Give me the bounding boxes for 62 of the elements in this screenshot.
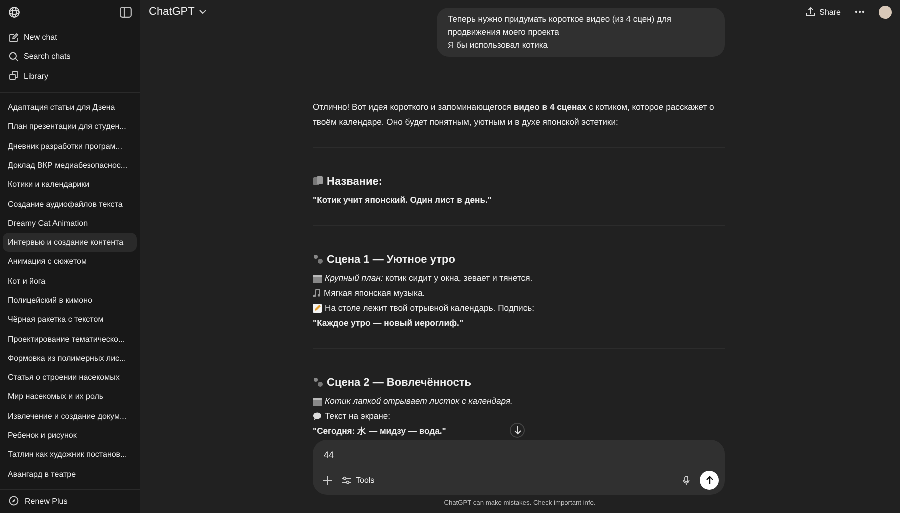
share-button[interactable]: Share: [806, 7, 841, 17]
section-heading: Сцена 1 — Уютное утро: [327, 254, 456, 266]
reply-paragraph: Отлично! Вот идея короткого и запоминающегося видео в 4 сценах с котиком, которое расскажет о твоём календаре. Оно будет понятным, уютным и в духе японской эстетики:: [313, 101, 716, 129]
reply-line: "Котик учит японский. Один лист в день.": [313, 194, 492, 207]
chevron-down-icon: [198, 9, 207, 15]
chat-history-item[interactable]: Мир насекомых и их роль: [3, 387, 137, 407]
microphone-icon[interactable]: [683, 476, 690, 486]
sidebar-toggle-icon[interactable]: [120, 6, 132, 18]
chat-history-item[interactable]: Статья о строении насекомых: [3, 368, 137, 388]
arrow-up-icon: [706, 476, 714, 485]
chat-history-item[interactable]: Анимация с сюжетом: [3, 252, 137, 272]
sidebar-action[interactable]: Library: [3, 66, 137, 86]
tools-button[interactable]: Tools: [342, 476, 375, 485]
speech-bubble-icon: [313, 412, 322, 421]
chat-history-item[interactable]: Создание аудиофайлов текста: [3, 194, 137, 214]
sidebar-action[interactable]: New chat: [3, 28, 137, 48]
chat-history-item[interactable]: Татлин как художник постанов...: [3, 445, 137, 465]
stacked-images-icon: [9, 71, 19, 82]
chat-history-item[interactable]: Интервью и создание контента: [3, 232, 137, 252]
reply-line: На столе лежит твой отрывной календарь. Подпись:: [325, 302, 534, 315]
user-message: Теперь нужно придумать короткое видео (из 4 сцен) для продвижения моего проекта Я бы использовал котика: [437, 8, 725, 57]
chat-history-item[interactable]: Адаптация статьи для Дзена: [3, 98, 137, 118]
renew-plus-button[interactable]: Renew Plus: [0, 490, 140, 513]
reply-line: Котик лапкой отрывает листок с календаря.: [325, 395, 513, 408]
clapperboard-icon: [313, 398, 322, 406]
sidebar-action[interactable]: Search chats: [3, 47, 137, 67]
music-note-icon: [313, 289, 321, 298]
section-heading: Сцена 2 — Вовлечённость: [327, 376, 472, 388]
reply-line: Крупный план: котик сидит у окна, зевает и тянется.: [325, 272, 533, 285]
message-input[interactable]: 44: [324, 450, 424, 460]
reply-line: "Каждое утро — новый иероглиф.": [313, 317, 464, 330]
reply-line: "Сегодня: 水 — мидзу — вода.": [313, 425, 446, 438]
chat-history-item[interactable]: Авангард в театре: [3, 464, 137, 484]
compass-icon: [9, 496, 19, 506]
chat-history-item[interactable]: Dreamy Cat Animation: [3, 214, 137, 233]
reply-line: Текст на экране:: [325, 410, 391, 423]
chat-history-item[interactable]: Полицейский в кимоно: [3, 290, 137, 310]
search-icon: [9, 52, 19, 62]
chat-history-item[interactable]: Дневник разработки програм...: [3, 136, 137, 156]
arrow-down-icon: [514, 426, 522, 435]
chat-history-item[interactable]: Чёрная ракетка с текстом: [3, 310, 137, 330]
sliders-icon: [342, 476, 351, 485]
section-heading: Название:: [327, 176, 383, 188]
clapperboard-icon: [313, 274, 322, 282]
upload-icon: [806, 7, 816, 17]
scroll-down-button[interactable]: [510, 423, 525, 438]
avatar[interactable]: [879, 6, 892, 18]
plus-icon[interactable]: [323, 476, 332, 485]
memo-pencil-icon: [313, 304, 322, 313]
chat-history-item[interactable]: Кот и йога: [3, 272, 137, 291]
chat-history-item[interactable]: Проектирование тематическо...: [3, 329, 137, 349]
model-selector[interactable]: ChatGPT: [149, 6, 207, 18]
cards-icon: [313, 176, 324, 187]
chat-history-item[interactable]: Ребенок и рисунок: [3, 426, 137, 446]
more-options-icon[interactable]: [855, 10, 865, 14]
chat-history-item[interactable]: Извлечение и создание докум...: [3, 406, 137, 426]
chat-history-item[interactable]: Доклад ВКР медиабезопаснос...: [3, 156, 137, 176]
chat-history-item[interactable]: Котики и календарики: [3, 175, 137, 194]
send-button[interactable]: [700, 471, 719, 490]
chat-history-item[interactable]: Формовка из полимерных лис...: [3, 348, 137, 368]
chat-history-item[interactable]: План презентации для студен...: [3, 117, 137, 136]
reply-line: Мягкая японская музыка.: [324, 287, 426, 300]
